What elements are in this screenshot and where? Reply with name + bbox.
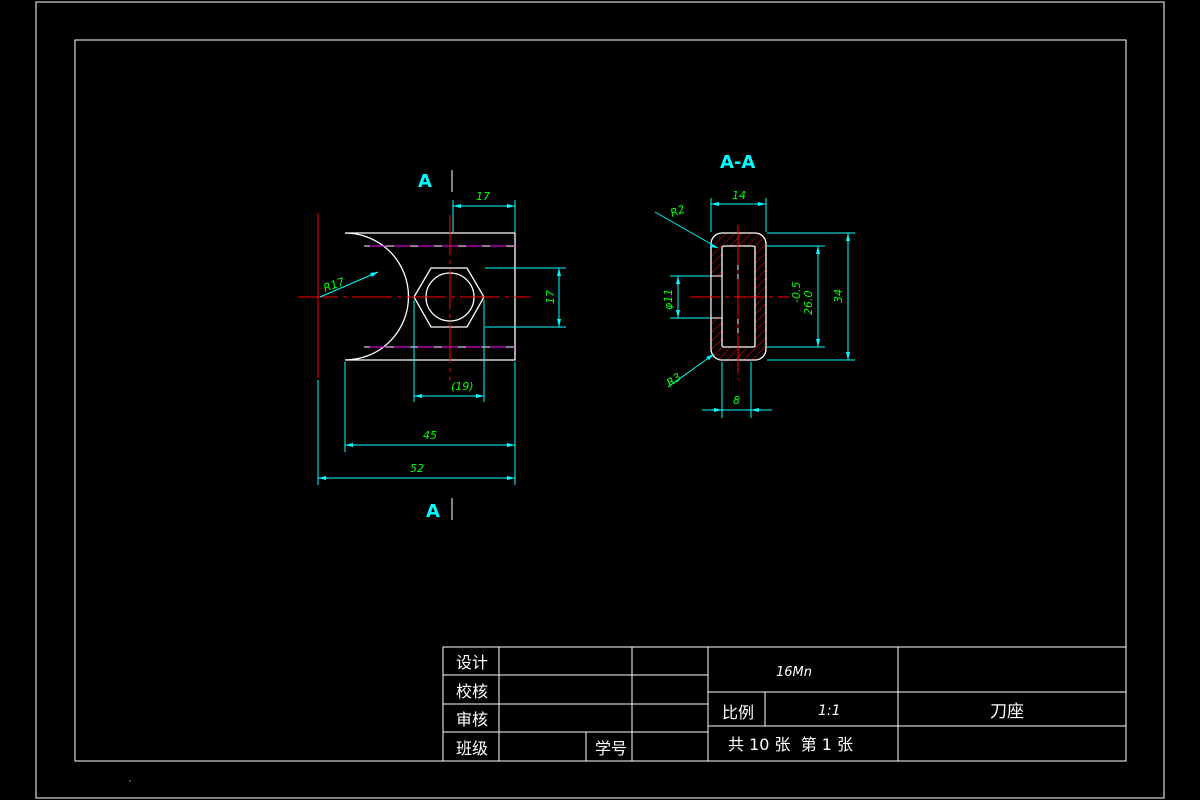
tb-scale-label: 比例 [722,703,754,722]
section-mark-bottom: A [426,501,440,522]
dim-26-tol: -0.5 [790,282,803,303]
dim-26: 26.0 [802,291,815,316]
dim-8: 8 [733,394,740,407]
dim-45: 45 [423,429,437,442]
dim-52: 52 [410,462,424,475]
dim-r2: R2 [669,203,687,220]
tb-design-label: 设计 [456,653,488,672]
tb-class-label: 班级 [456,739,488,758]
dimension-lines-front [317,200,566,485]
dim-17-top: 17 [476,190,490,203]
drawing-sheet: A A 17 17 R17 (19) 45 52 A-A 14 R2 φ11 2… [35,1,1165,799]
dim-14: 14 [732,189,746,202]
dim-r3: R3 [664,370,683,389]
tb-check-label: 校核 [456,682,488,701]
section-title: A-A [720,152,755,173]
tb-scale-value: 1:1 [818,703,841,719]
section-view: A-A 14 R2 φ11 26.0 -0.5 34 R3 8 [654,152,855,418]
tb-student-no-label: 学号 [595,739,627,758]
tb-part-name: 刀座 [990,702,1024,722]
front-view: A A 17 17 R17 (19) 45 52 [298,170,566,522]
dim-r17: R17 [322,275,347,295]
section-mark-top: A [418,171,432,192]
outer-frame [35,1,1165,799]
tb-review-label: 审核 [456,710,488,729]
dim-17-right: 17 [544,290,557,304]
inner-frame [74,39,1127,762]
stray-dot [129,780,131,782]
tb-material: 16Mn [776,665,812,680]
dimension-arrows-front [318,204,561,480]
dim-34: 34 [832,289,845,303]
dim-19: (19) [451,380,474,393]
tb-sheets: 共 10 张 第 1 张 [728,735,853,754]
dim-phi11: φ11 [662,289,675,310]
